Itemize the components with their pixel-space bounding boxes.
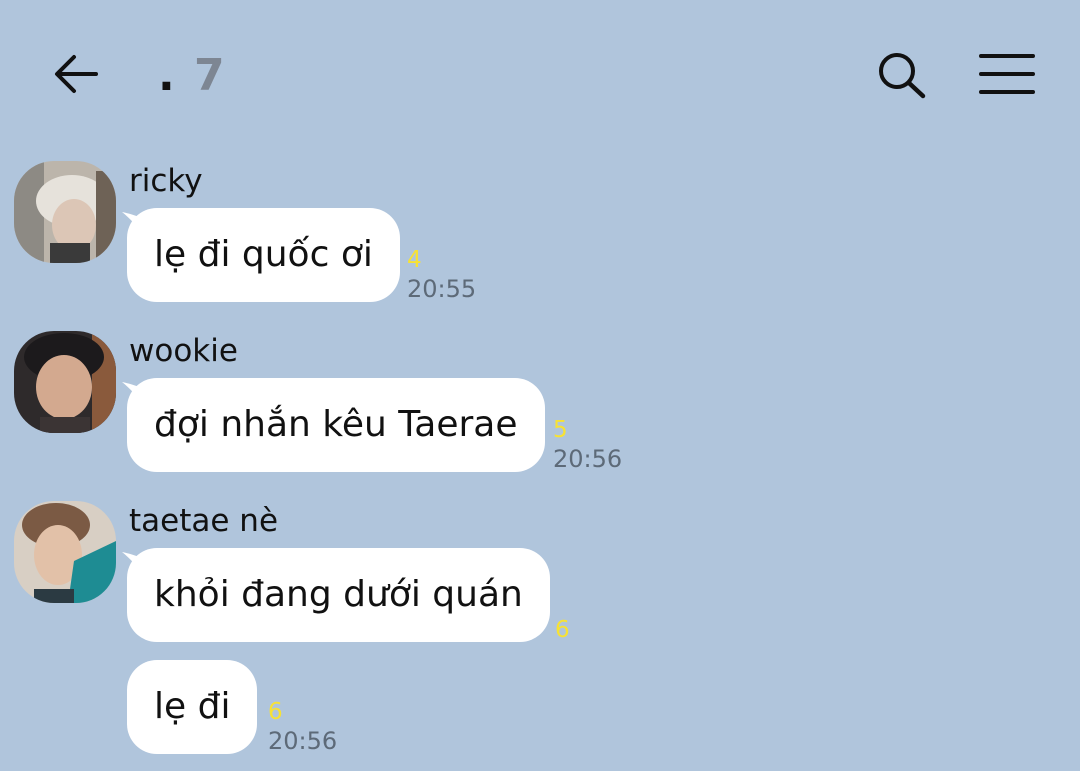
avatar[interactable] xyxy=(14,331,116,433)
avatar-photo-icon xyxy=(14,331,116,433)
message-bubble[interactable]: đợi nhắn kêu Taerae xyxy=(127,378,545,472)
menu-button[interactable] xyxy=(974,50,1040,98)
avatar[interactable] xyxy=(14,161,116,263)
avatar-photo-icon xyxy=(14,501,116,603)
sender-name: wookie xyxy=(129,333,238,369)
unread-count: 5 xyxy=(553,417,568,443)
arrow-left-icon xyxy=(55,55,98,93)
sender-name: taetae nè xyxy=(129,503,279,539)
message-bubble[interactable]: lẹ đi xyxy=(127,660,258,754)
chat-header: . 7 xyxy=(0,0,1080,150)
message-time: 20:56 xyxy=(553,445,623,473)
message-time: 20:55 xyxy=(407,275,477,303)
search-icon xyxy=(879,53,926,99)
search-button[interactable] xyxy=(872,50,932,102)
unread-count: 4 xyxy=(407,247,422,273)
back-button[interactable] xyxy=(48,48,104,100)
chat-title: . 7 xyxy=(158,52,227,100)
avatar-photo-icon xyxy=(14,161,116,263)
message-time: 20:56 xyxy=(268,727,338,755)
unread-count: 6 xyxy=(555,617,570,643)
sender-name: ricky xyxy=(129,163,203,199)
unread-count: 6 xyxy=(268,699,283,725)
message-bubble[interactable]: khỏi đang dưới quán xyxy=(127,548,550,642)
avatar[interactable] xyxy=(14,501,116,603)
message-bubble[interactable]: lẹ đi quốc ơi xyxy=(127,208,400,302)
title-dot: . xyxy=(158,50,177,101)
hamburger-menu-icon xyxy=(979,54,1035,94)
member-count: 7 xyxy=(194,50,227,101)
